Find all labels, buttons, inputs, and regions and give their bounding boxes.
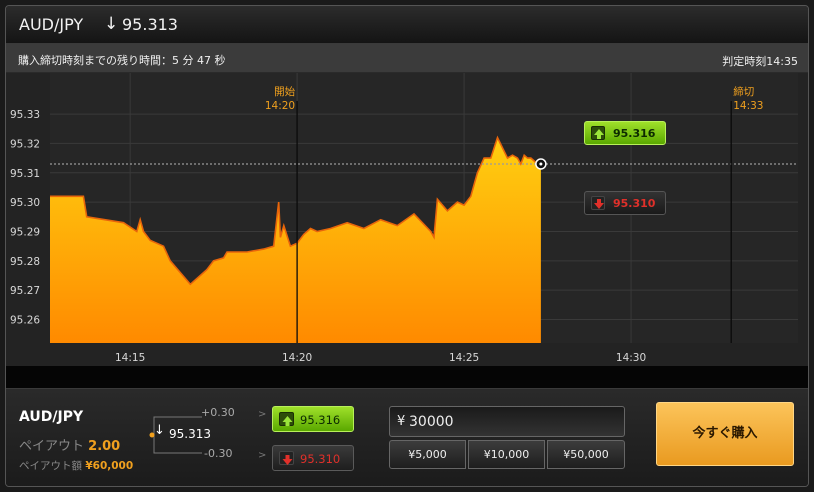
chart-footer-band <box>6 366 808 388</box>
payout-amount-value: ¥60,000 <box>85 460 134 472</box>
y-tick-label: 95.33 <box>10 109 40 121</box>
y-tick-label: 95.31 <box>10 168 40 180</box>
x-tick-label: 14:15 <box>115 352 145 364</box>
marker-label: 開始 <box>274 85 295 98</box>
buy-now-button[interactable]: 今すぐ購入 <box>656 402 794 466</box>
amount-field[interactable]: ¥ <box>389 406 625 437</box>
down-arrow-icon: ↓ <box>104 14 119 34</box>
down-arrow-icon <box>591 196 605 210</box>
current-price: 95.313 <box>169 427 211 441</box>
up-arrow-icon <box>591 126 605 140</box>
current-point-center <box>539 162 543 166</box>
y-tick-label: 95.27 <box>10 285 40 297</box>
price-chart: 95.33 95.32 95.31 95.30 95.29 95.28 95.27 95.26… <box>6 73 808 366</box>
low-price-value: 95.310 <box>613 197 656 210</box>
panel-pair: AUD/JPY <box>19 409 84 425</box>
order-panel: AUD/JPY ペイアウト 2.00 ペイアウト額 ¥60,000 +0.30 … <box>6 388 808 486</box>
price-chart-svg: 95.33 95.32 95.31 95.30 95.29 95.28 95.27 95.26… <box>10 73 798 364</box>
x-tick-label: 14:30 <box>616 352 646 364</box>
payout-amount: ペイアウト額 ¥60,000 <box>19 458 133 473</box>
header-price: 95.313 <box>122 15 178 34</box>
marker-time: 14:20 <box>265 100 295 112</box>
payout-value: 2.00 <box>88 439 121 454</box>
y-tick-label: 95.32 <box>10 138 40 150</box>
preset-10000-button[interactable]: ¥10,000 <box>468 440 545 469</box>
gt-separator: > <box>258 409 267 420</box>
yen-symbol: ¥ <box>397 414 406 429</box>
down-arrow-icon <box>279 451 294 465</box>
up-arrow-icon <box>279 412 294 426</box>
y-tick-label: 95.26 <box>10 315 40 327</box>
preset-5000-button[interactable]: ¥5,000 <box>389 440 466 469</box>
minus-offset: -0.30 <box>204 447 233 460</box>
marker-label: 締切 <box>733 85 754 98</box>
header-pair: AUD/JPY <box>19 15 84 34</box>
info-bar: 購入締切時刻までの残り時間：5 分 47 秒 判定時刻14:35 <box>6 44 808 73</box>
low-price-tag: 95.310 <box>584 191 666 215</box>
payout-rate: ペイアウト 2.00 <box>19 435 120 454</box>
high-price-value: 95.316 <box>613 127 656 140</box>
low-button-price: 95.310 <box>300 452 341 466</box>
trading-window: AUD/JPY ↓ 95.313 購入締切時刻までの残り時間：5 分 47 秒 … <box>5 5 809 487</box>
high-button-price: 95.316 <box>300 413 341 427</box>
x-tick-label: 14:20 <box>282 352 312 364</box>
preset-50000-button[interactable]: ¥50,000 <box>547 440 625 469</box>
marker-time: 14:33 <box>733 100 763 112</box>
plus-offset: +0.30 <box>201 406 235 419</box>
x-tick-label: 14:25 <box>449 352 479 364</box>
header-bar: AUD/JPY ↓ 95.313 <box>6 6 808 44</box>
payout-amount-label: ペイアウト額 <box>19 460 82 472</box>
y-tick-label: 95.30 <box>10 197 40 209</box>
y-tick-label: 95.29 <box>10 226 40 238</box>
y-tick-label: 95.28 <box>10 256 40 268</box>
payout-label: ペイアウト <box>19 439 85 454</box>
amount-input[interactable] <box>409 411 609 433</box>
judgment-time: 判定時刻14:35 <box>722 55 798 68</box>
high-button[interactable]: 95.316 <box>272 406 354 432</box>
high-price-tag: 95.316 <box>584 121 666 145</box>
current-arrow-icon: ↓ <box>154 423 165 438</box>
low-button[interactable]: 95.310 <box>272 445 354 471</box>
gt-separator: > <box>258 450 267 461</box>
time-remaining: 購入締切時刻までの残り時間：5 分 47 秒 <box>18 54 226 67</box>
